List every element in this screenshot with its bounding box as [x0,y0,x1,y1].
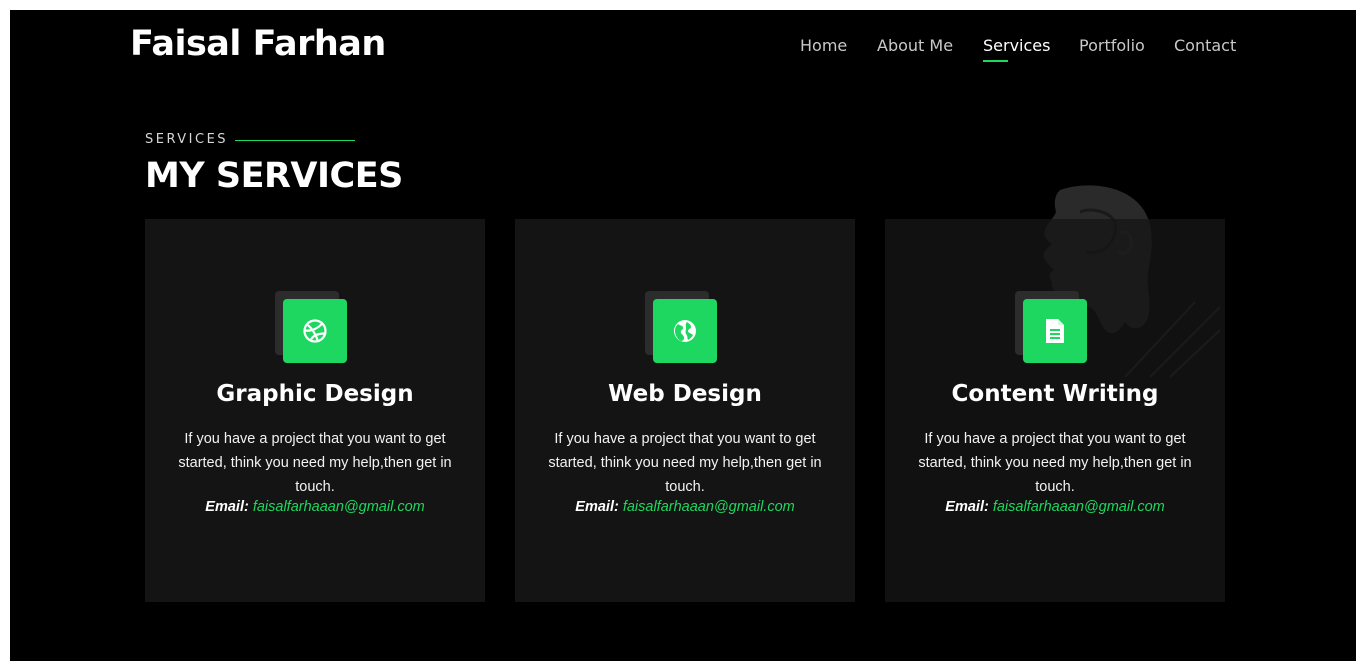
email-label: Email: [205,499,249,515]
service-description: If you have a project that you want to g… [178,431,452,495]
nav-contact[interactable]: Contact [1174,36,1236,55]
service-icon-box [275,291,347,363]
service-description: If you have a project that you want to g… [918,431,1192,495]
service-title: Web Design [608,381,762,407]
email-link[interactable]: faisalfarhaaan@gmail.com [993,499,1165,515]
service-card-web-design: Web Design If you have a project that yo… [515,219,855,602]
nav-home[interactable]: Home [800,36,847,55]
globe-icon [653,299,717,363]
service-card-content-writing: Content Writing If you have a project th… [885,219,1225,602]
card-background [885,219,1225,602]
nav-active-indicator [983,60,1008,62]
nav-about-me[interactable]: About Me [877,36,953,55]
service-icon-box [645,291,717,363]
email-label: Email: [575,499,619,515]
dribbble-icon [283,299,347,363]
service-description: If you have a project that you want to g… [548,431,822,495]
service-email: Email: faisalfarhaaan@gmail.com [145,499,485,515]
eyebrow-divider [235,140,355,141]
service-title: Graphic Design [216,381,414,407]
service-icon-box [1015,291,1087,363]
section-eyebrow: SERVICES [145,132,229,147]
main-nav: Home About Me Services Portfolio Contact [10,36,1356,66]
page-frame: Faisal Farhan Home About Me Services Por… [10,10,1356,661]
document-icon [1023,299,1087,363]
section-title: MY SERVICES [145,156,403,196]
email-label: Email: [945,499,989,515]
service-title: Content Writing [951,381,1159,407]
service-email: Email: faisalfarhaaan@gmail.com [515,499,855,515]
email-link[interactable]: faisalfarhaaan@gmail.com [253,499,425,515]
service-email: Email: faisalfarhaaan@gmail.com [885,499,1225,515]
nav-services[interactable]: Services [983,36,1050,55]
service-card-graphic-design: Graphic Design If you have a project tha… [145,219,485,602]
nav-portfolio[interactable]: Portfolio [1079,36,1145,55]
email-link[interactable]: faisalfarhaaan@gmail.com [623,499,795,515]
